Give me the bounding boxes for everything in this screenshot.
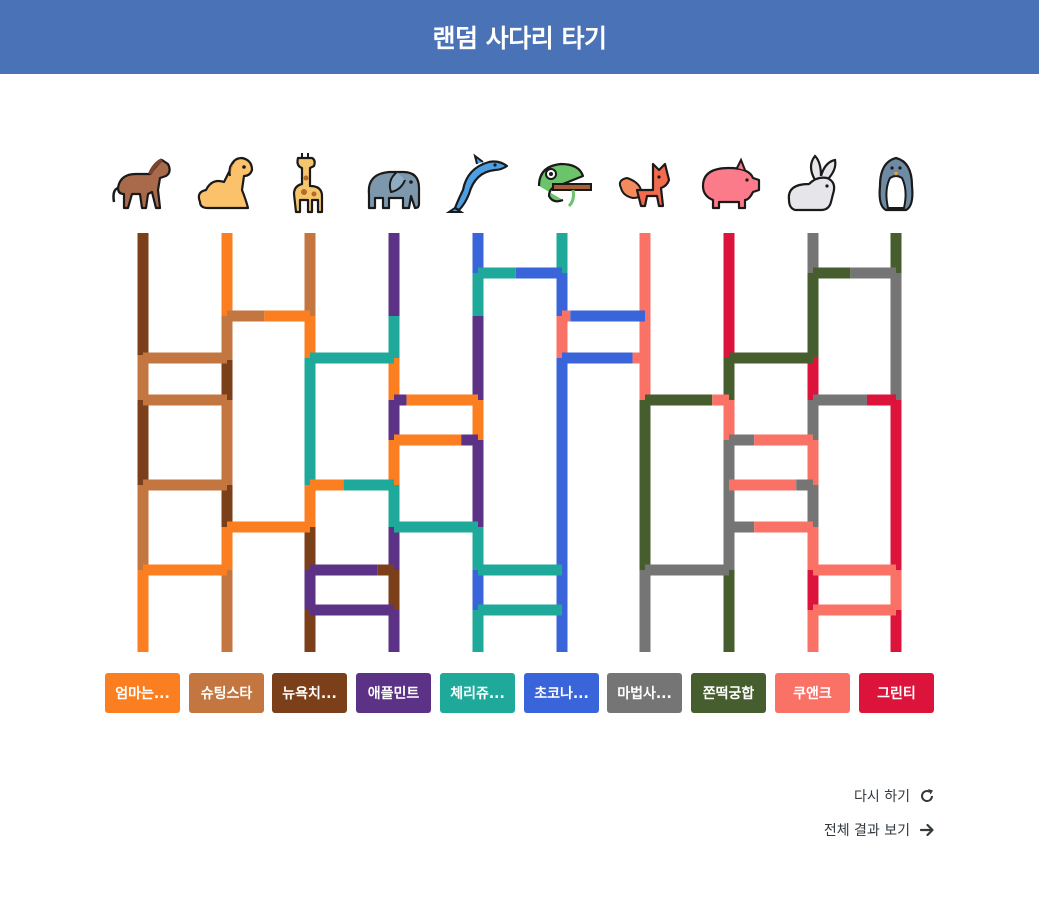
result-button-8[interactable]: 쫀떡궁합 bbox=[691, 673, 766, 713]
all-results-button[interactable]: 전체 결과 보기 bbox=[824, 820, 935, 840]
retry-label: 다시 하기 bbox=[854, 789, 910, 805]
redo-icon bbox=[919, 788, 935, 804]
result-button-6[interactable]: 초코나... bbox=[524, 673, 599, 713]
result-button-5[interactable]: 체리쥬... bbox=[440, 673, 515, 713]
result-button-1[interactable]: 엄마는... bbox=[105, 673, 180, 713]
all-results-label: 전체 결과 보기 bbox=[823, 823, 910, 839]
result-button-10[interactable]: 그린티 bbox=[859, 673, 934, 713]
retry-button[interactable]: 다시 하기 bbox=[854, 786, 935, 806]
result-button-3[interactable]: 뉴욕치... bbox=[272, 673, 347, 713]
result-button-7[interactable]: 마법사... bbox=[607, 673, 682, 713]
arrow-right-icon bbox=[919, 822, 935, 838]
ladder-board bbox=[137, 233, 902, 652]
result-button-9[interactable]: 쿠앤크 bbox=[775, 673, 850, 713]
result-button-2[interactable]: 슈팅스타 bbox=[189, 673, 264, 713]
result-button-4[interactable]: 애플민트 bbox=[356, 673, 431, 713]
